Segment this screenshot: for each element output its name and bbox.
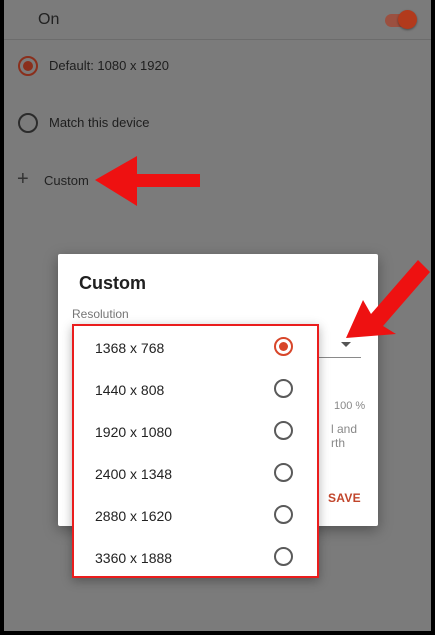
option-radio[interactable] xyxy=(274,379,293,398)
option-label: 1368 x 768 xyxy=(95,340,165,356)
dropdown-option[interactable]: 3360 x 1888 xyxy=(74,536,317,578)
radio-match[interactable] xyxy=(18,113,38,133)
option-radio[interactable] xyxy=(274,463,293,482)
dropdown-caret-icon[interactable] xyxy=(341,342,351,347)
save-button[interactable]: SAVE xyxy=(328,491,361,505)
scale-percent: 100 % xyxy=(334,400,366,412)
option-label: 2880 x 1620 xyxy=(95,508,173,524)
plus-icon: + xyxy=(17,168,29,190)
radio-default[interactable] xyxy=(18,56,38,76)
on-toggle-row[interactable]: On xyxy=(4,0,431,40)
dropdown-option[interactable]: 2880 x 1620 xyxy=(74,494,317,536)
hint-line-2: rth xyxy=(331,436,346,450)
dropdown-option[interactable]: 1440 x 808 xyxy=(74,368,317,410)
option-label: 1440 x 808 xyxy=(95,382,165,398)
toggle-switch[interactable] xyxy=(398,10,417,29)
screenshot-frame: On Default: 1080 x 1920 Match this devic… xyxy=(0,0,435,635)
resolution-match-option[interactable]: Match this device xyxy=(4,103,431,143)
default-option-label: Default: 1080 x 1920 xyxy=(49,58,169,73)
match-option-label: Match this device xyxy=(49,115,150,130)
hint-text: l and rth xyxy=(331,422,371,450)
resolution-label: Resolution xyxy=(72,307,129,321)
custom-resolution-row[interactable]: + Custom xyxy=(4,162,204,198)
option-label: 1920 x 1080 xyxy=(95,424,173,440)
dialog-title: Custom xyxy=(79,273,146,293)
dropdown-option[interactable]: 1920 x 1080 xyxy=(74,410,317,452)
hint-line-1: l and xyxy=(331,422,358,436)
on-label: On xyxy=(38,11,60,28)
resolution-dropdown-menu: 1368 x 768 1440 x 808 1920 x 1080 2400 x… xyxy=(72,324,319,578)
option-radio[interactable] xyxy=(274,547,293,566)
option-radio-selected[interactable] xyxy=(274,337,293,356)
option-radio[interactable] xyxy=(274,421,293,440)
resolution-default-option[interactable]: Default: 1080 x 1920 xyxy=(4,46,431,86)
option-label: 3360 x 1888 xyxy=(95,550,173,566)
custom-label: Custom xyxy=(44,173,89,188)
option-radio[interactable] xyxy=(274,505,293,524)
dropdown-option[interactable]: 2400 x 1348 xyxy=(74,452,317,494)
dropdown-option[interactable]: 1368 x 768 xyxy=(74,326,317,368)
option-label: 2400 x 1348 xyxy=(95,466,173,482)
